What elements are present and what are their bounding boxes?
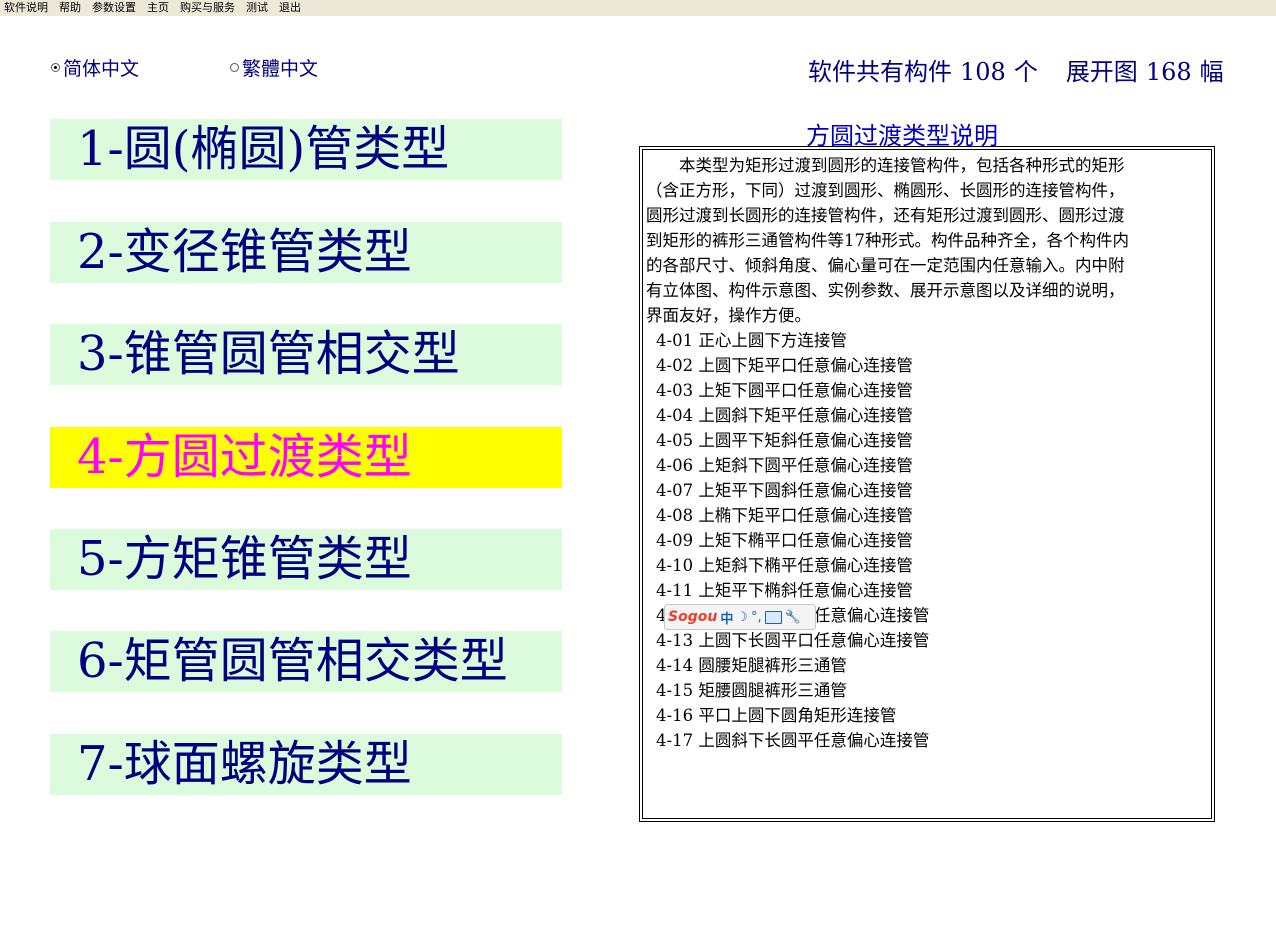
- category-button-6[interactable]: 6-矩管圆管相交类型: [50, 631, 562, 692]
- description-intro-line: 本类型为矩形过渡到圆形的连接管构件，包括各种形式的矩形: [679, 156, 1125, 175]
- category-button-1[interactable]: 1-圆(椭圆)管类型: [50, 119, 562, 180]
- description-item: 4-15 矩腰圆腿裤形三通管: [656, 681, 847, 700]
- radio-traditional-label: 繁體中文: [242, 57, 319, 80]
- description-intro-line: 到矩形的裤形三通管构件等17种形式。构件品种齐全，各个构件内: [646, 231, 1129, 250]
- radio-simplified-label: 简体中文: [63, 57, 140, 80]
- ime-punctuation[interactable]: °,: [751, 610, 762, 625]
- menu-exit[interactable]: 退出: [273, 0, 306, 16]
- radio-simplified-chinese[interactable]: 简体中文: [51, 56, 140, 80]
- category-button-3[interactable]: 3-锥管圆管相交型: [50, 324, 562, 385]
- description-intro-line: 有立体图、构件示意图、实例参数、展开示意图以及详细的说明，: [646, 281, 1125, 300]
- wrench-icon[interactable]: 🔧: [785, 610, 801, 625]
- description-intro-line: 的各部尺寸、倾斜角度、偏心量可在一定范围内任意输入。内中附: [646, 256, 1125, 275]
- description-item: 4-08 上椭下矩平口任意偏心连接管: [656, 506, 913, 525]
- description-item: 4-04 上圆斜下矩平任意偏心连接管: [656, 406, 913, 425]
- description-item: 4-11 上矩平下椭斜任意偏心连接管: [656, 581, 913, 600]
- description-item: 4-02 上圆下矩平口任意偏心连接管: [656, 356, 913, 375]
- summary-unit-components: 个: [1013, 58, 1038, 86]
- radio-unselected-icon: [230, 62, 239, 72]
- menu-purchase[interactable]: 购买与服务: [174, 0, 240, 16]
- description-text: 本类型为矩形过渡到圆形的连接管构件，包括各种形式的矩形 （含正方形，下同）过渡到圆…: [642, 149, 1212, 819]
- half-width-moon-icon[interactable]: ☽: [736, 610, 748, 625]
- description-item: 4-13 上圆下长圆平口任意偏心连接管: [656, 631, 930, 650]
- summary-unit-drawings: 幅: [1199, 58, 1224, 86]
- description-intro-line: （含正方形，下同）过渡到圆形、椭圆形、长圆形的连接管构件，: [646, 181, 1125, 200]
- description-intro-line: 圆形过渡到长圆形的连接管构件，还有矩形过渡到圆形、圆形过渡: [646, 206, 1125, 225]
- soft-keyboard-icon[interactable]: [764, 610, 782, 624]
- description-item: 4-14 圆腰矩腿裤形三通管: [656, 656, 847, 675]
- category-button-5[interactable]: 5-方矩锥管类型: [50, 529, 562, 590]
- description-item: 4-09 上矩下椭平口任意偏心连接管: [656, 531, 913, 550]
- description-item-list: 4-01 正心上圆下方连接管 4-02 上圆下矩平口任意偏心连接管 4-03 上矩下…: [646, 328, 1205, 753]
- radio-traditional-chinese[interactable]: 繁體中文: [230, 56, 319, 80]
- description-panel[interactable]: 本类型为矩形过渡到圆形的连接管构件，包括各种形式的矩形 （含正方形，下同）过渡到圆…: [639, 146, 1215, 822]
- menu-software-info[interactable]: 软件说明: [0, 0, 53, 16]
- description-item: 4-07 上矩平下圆斜任意偏心连接管: [656, 481, 913, 500]
- summary-label-drawings: 展开图: [1065, 58, 1138, 86]
- menu-help[interactable]: 帮助: [53, 0, 86, 16]
- menu-test[interactable]: 测试: [240, 0, 273, 16]
- description-item: 4-05 上圆平下矩斜任意偏心连接管: [656, 431, 913, 450]
- description-item: 4-01 正心上圆下方连接管: [656, 331, 847, 350]
- ime-chinese-mode[interactable]: 中: [720, 608, 733, 627]
- summary-component-count: 108: [960, 58, 1006, 86]
- description-item: 4-16 平口上圆下圆角矩形连接管: [656, 706, 897, 725]
- description-item: 4-03 上矩下圆平口任意偏心连接管: [656, 381, 913, 400]
- description-item: 4-06 上矩斜下圆平任意偏心连接管: [656, 456, 913, 475]
- description-item: 4-17 上圆斜下长圆平任意偏心连接管: [656, 731, 930, 750]
- summary-label-components: 软件共有构件: [808, 58, 952, 86]
- category-button-2[interactable]: 2-变径锥管类型: [50, 222, 562, 283]
- sogou-logo: Sogou: [668, 609, 718, 625]
- description-intro: 本类型为矩形过渡到圆形的连接管构件，包括各种形式的矩形 （含正方形，下同）过渡到圆…: [646, 153, 1205, 328]
- menu-home[interactable]: 主页: [141, 0, 174, 16]
- ime-toolbar[interactable]: Sogou 中 ☽ °, 🔧: [664, 604, 816, 630]
- description-intro-line: 界面友好，操作方便。: [646, 306, 811, 325]
- summary-drawing-count: 168: [1145, 58, 1192, 86]
- radio-selected-icon: [51, 62, 60, 72]
- menu-settings[interactable]: 参数设置: [86, 0, 141, 16]
- component-summary: 软件共有构件 108 个展开图 168 幅: [808, 52, 1232, 87]
- category-button-7[interactable]: 7-球面螺旋类型: [50, 734, 562, 795]
- description-item: 4-10 上矩斜下椭平任意偏心连接管: [656, 556, 913, 575]
- menu-bar: 软件说明 帮助 参数设置 主页 购买与服务 测试 退出: [0, 0, 1276, 16]
- category-button-4[interactable]: 4-方圆过渡类型: [50, 427, 562, 488]
